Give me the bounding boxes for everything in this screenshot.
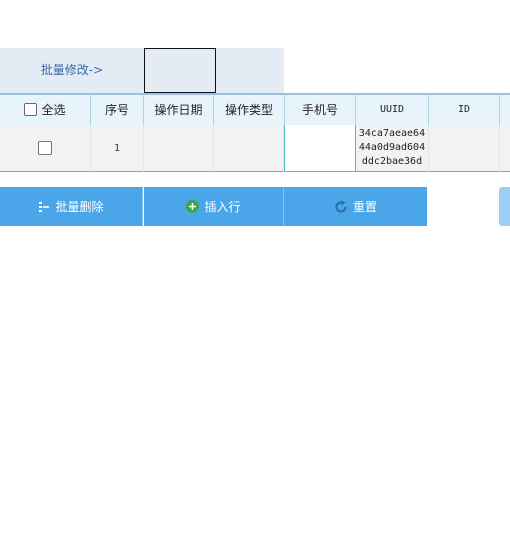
select-all-label: 全选 bbox=[41, 103, 66, 117]
row-op-date-cell[interactable] bbox=[144, 125, 214, 172]
batch-delete-label: 批量删除 bbox=[55, 200, 104, 214]
column-header-uuid: UUID bbox=[356, 95, 429, 126]
batch-edit-input[interactable] bbox=[144, 48, 216, 93]
insert-row-button[interactable]: 插入行 bbox=[144, 187, 284, 226]
reset-button[interactable]: 重置 bbox=[284, 187, 427, 226]
batch-edit-bar: 批量修改-> bbox=[0, 48, 284, 93]
select-all-checkbox[interactable] bbox=[24, 103, 38, 116]
column-header-seq: 序号 bbox=[91, 95, 144, 126]
column-header-phone: 手机号 bbox=[285, 95, 356, 126]
row-seq-cell: 1 bbox=[91, 125, 144, 172]
delete-list-icon bbox=[38, 201, 50, 213]
row-phone-cell[interactable] bbox=[284, 125, 356, 172]
row-overflow-cell bbox=[500, 125, 510, 172]
table-header: 全选 序号 操作日期 操作类型 手机号 UUID ID bbox=[0, 93, 510, 127]
refresh-icon bbox=[334, 199, 348, 214]
row-uuid-cell: 34ca7aeae6444a0d9ad604ddc2bae36d bbox=[356, 125, 429, 172]
partial-button[interactable] bbox=[499, 187, 510, 226]
row-checkbox[interactable] bbox=[38, 141, 52, 155]
batch-delete-button[interactable]: 批量删除 bbox=[0, 187, 143, 226]
row-seq: 1 bbox=[113, 142, 121, 154]
row-select-cell[interactable] bbox=[0, 125, 91, 172]
insert-row-label: 插入行 bbox=[204, 200, 241, 214]
row-op-type-cell[interactable] bbox=[214, 125, 284, 172]
column-header-op-date: 操作日期 bbox=[144, 95, 214, 126]
row-uuid: 34ca7aeae6444a0d9ad604ddc2bae36d bbox=[358, 128, 426, 167]
table-row: 1 34ca7aeae6444a0d9ad604ddc2bae36d bbox=[0, 125, 510, 173]
column-header-op-type: 操作类型 bbox=[214, 95, 285, 126]
batch-edit-label: 批量修改-> bbox=[40, 63, 104, 77]
column-header-id: ID bbox=[429, 95, 500, 126]
reset-label: 重置 bbox=[352, 200, 377, 214]
select-all-header[interactable]: 全选 bbox=[0, 95, 91, 126]
plus-circle-icon bbox=[186, 200, 200, 213]
row-id-cell[interactable] bbox=[429, 125, 500, 172]
